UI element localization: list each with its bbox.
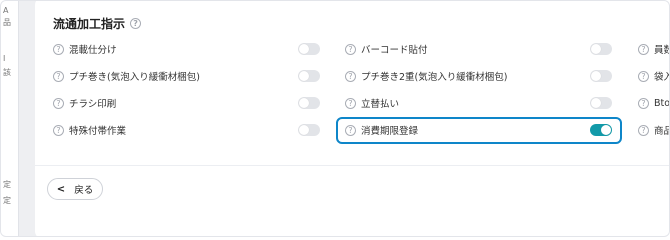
option-label: バーコード貼付 bbox=[361, 45, 428, 56]
option-label: プチ巻き(気泡入り緩衝材梱包) bbox=[69, 72, 200, 83]
toggle-knob bbox=[299, 71, 309, 81]
toggle-tatekae[interactable] bbox=[590, 97, 612, 109]
toggle-knob bbox=[299, 98, 309, 108]
divider bbox=[35, 165, 669, 166]
sidebar-glyph: 定 bbox=[3, 180, 11, 189]
toggle-knob bbox=[601, 125, 611, 135]
sidebar-glyph: 定 bbox=[3, 196, 11, 205]
toggle-chirashi[interactable] bbox=[298, 97, 320, 109]
toggle-barcode[interactable] bbox=[590, 43, 612, 55]
toggle-knob bbox=[591, 71, 601, 81]
option-btob: ? BtoB bbox=[638, 91, 670, 115]
toggle-knob bbox=[591, 98, 601, 108]
option-label: 混載仕分け bbox=[69, 45, 117, 56]
screen: A 品 I 該 定 定 流通加工指示 ? ? 混載仕分け ? プチ巻き(気泡入り… bbox=[0, 0, 670, 237]
option-label: チラシ印刷 bbox=[69, 99, 117, 110]
option-barcode: ? バーコード貼付 bbox=[345, 37, 428, 61]
help-icon[interactable]: ? bbox=[53, 97, 64, 109]
sidebar-glyph: 品 bbox=[3, 18, 11, 27]
help-icon[interactable]: ? bbox=[53, 124, 64, 136]
option-label: 特殊付帯作業 bbox=[69, 126, 127, 137]
option-label: 袋入 bbox=[654, 72, 669, 83]
option-label: BtoB bbox=[654, 97, 670, 109]
option-puchimaki: ? プチ巻き(気泡入り緩衝材梱包) bbox=[53, 64, 200, 88]
option-label: 消費期限登録 bbox=[361, 126, 419, 137]
toggle-shohi-kigen[interactable] bbox=[590, 124, 612, 136]
option-label: 立替払い bbox=[361, 99, 400, 110]
section-title: 流通加工指示 ? bbox=[53, 15, 142, 32]
help-icon[interactable]: ? bbox=[638, 97, 649, 109]
sidebar-glyph: I bbox=[3, 54, 6, 63]
toggle-puchimaki-2ju[interactable] bbox=[590, 70, 612, 82]
sidebar-glyph: A bbox=[3, 6, 9, 15]
option-fukuro: ? 袋入 bbox=[638, 64, 669, 88]
back-button[interactable]: < 戻る bbox=[47, 178, 103, 200]
option-tatekae: ? 立替払い bbox=[345, 91, 399, 115]
option-label: プチ巻き2重(気泡入り緩衝材梱包) bbox=[361, 72, 508, 83]
help-icon[interactable]: ? bbox=[345, 97, 356, 109]
option-insu: ? 員数 bbox=[638, 37, 669, 61]
option-chirashi: ? チラシ印刷 bbox=[53, 91, 116, 115]
option-tokushu-futai: ? 特殊付帯作業 bbox=[53, 118, 126, 142]
sidebar: A 品 I 該 定 定 bbox=[1, 1, 19, 236]
option-label: 員数 bbox=[654, 45, 669, 56]
toggle-tokushu-futai[interactable] bbox=[298, 124, 320, 136]
back-button-label: 戻る bbox=[74, 185, 94, 196]
help-icon[interactable]: ? bbox=[130, 18, 142, 29]
help-icon[interactable]: ? bbox=[638, 43, 649, 55]
option-shohin: ? 商品 bbox=[638, 118, 669, 142]
help-icon[interactable]: ? bbox=[638, 70, 649, 82]
help-icon[interactable]: ? bbox=[345, 70, 356, 82]
toggle-puchimaki[interactable] bbox=[298, 70, 320, 82]
toggle-konsai-shiwake[interactable] bbox=[298, 43, 320, 55]
help-icon[interactable]: ? bbox=[53, 43, 64, 55]
section-title-text: 流通加工指示 bbox=[53, 17, 126, 31]
option-label: 商品 bbox=[654, 126, 669, 137]
help-icon[interactable]: ? bbox=[345, 43, 356, 55]
option-shohi-kigen: ? 消費期限登録 bbox=[345, 118, 418, 142]
chevron-left-icon: < bbox=[56, 183, 66, 195]
help-icon[interactable]: ? bbox=[638, 124, 649, 136]
toggle-knob bbox=[299, 44, 309, 54]
option-puchimaki-2ju: ? プチ巻き2重(気泡入り緩衝材梱包) bbox=[345, 64, 507, 88]
help-icon[interactable]: ? bbox=[345, 124, 356, 136]
help-icon[interactable]: ? bbox=[53, 70, 64, 82]
toggle-knob bbox=[591, 44, 601, 54]
sidebar-glyph: 該 bbox=[3, 68, 11, 77]
option-konsai-shiwake: ? 混載仕分け bbox=[53, 37, 117, 61]
toggle-knob bbox=[299, 125, 309, 135]
